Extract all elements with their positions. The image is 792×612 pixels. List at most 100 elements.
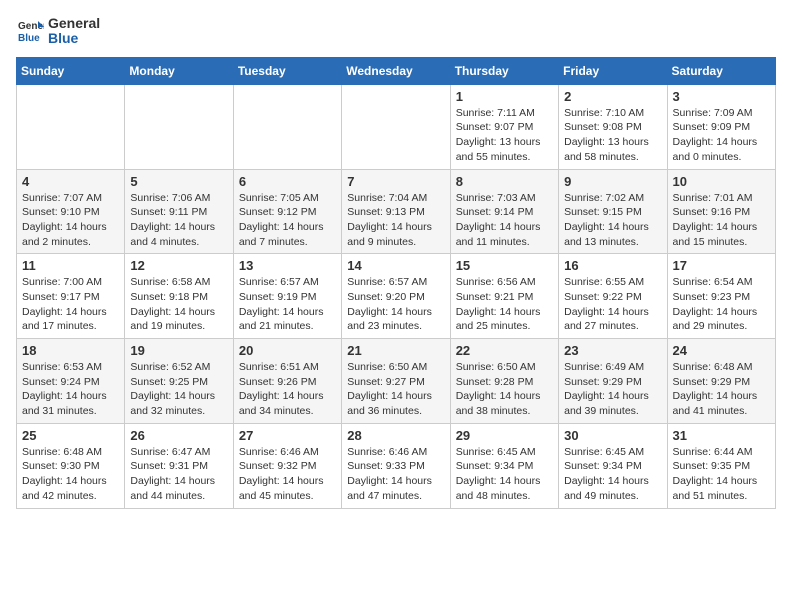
- day-cell: 17Sunrise: 6:54 AMSunset: 9:23 PMDayligh…: [667, 254, 775, 339]
- day-cell: 31 Sunrise: 6:44 AMSunset: 9:35 PMDayligh…: [667, 423, 775, 508]
- day-detail: Sunrise: 6:53 AMSunset: 9:24 PMDaylight:…: [22, 360, 119, 419]
- day-number: 6: [239, 174, 336, 189]
- logo-icon: General Blue: [16, 17, 44, 45]
- day-cell: [342, 84, 450, 169]
- weekday-header-thursday: Thursday: [450, 57, 558, 84]
- day-cell: 18 Sunrise: 6:53 AMSunset: 9:24 PMDayligh…: [17, 339, 125, 424]
- day-number: 12: [130, 258, 227, 273]
- day-detail: Sunrise: 6:57 AMSunset: 9:19 PMDaylight:…: [239, 275, 336, 334]
- day-number: 23: [564, 343, 661, 358]
- day-detail: Sunrise: 6:55 AMSunset: 9:22 PMDaylight:…: [564, 275, 661, 334]
- day-detail: Sunrise: 6:45 AMSunset: 9:34 PMDaylight:…: [564, 445, 661, 504]
- day-cell: [17, 84, 125, 169]
- logo: General Blue General Blue: [16, 16, 100, 47]
- weekday-header-tuesday: Tuesday: [233, 57, 341, 84]
- day-cell: 9Sunrise: 7:02 AMSunset: 9:15 PMDaylight…: [559, 169, 667, 254]
- day-cell: 15Sunrise: 6:56 AMSunset: 9:21 PMDayligh…: [450, 254, 558, 339]
- day-number: 19: [130, 343, 227, 358]
- day-detail: Sunrise: 7:10 AMSunset: 9:08 PMDaylight:…: [564, 106, 661, 165]
- day-detail: Sunrise: 6:46 AMSunset: 9:33 PMDaylight:…: [347, 445, 444, 504]
- day-cell: 25 Sunrise: 6:48 AMSunset: 9:30 PMDayligh…: [17, 423, 125, 508]
- svg-text:Blue: Blue: [18, 33, 40, 44]
- page-header: General Blue General Blue: [16, 16, 776, 47]
- day-number: 4: [22, 174, 119, 189]
- day-number: 30: [564, 428, 661, 443]
- day-number: 11: [22, 258, 119, 273]
- day-number: 17: [673, 258, 770, 273]
- day-cell: 11 Sunrise: 7:00 AMSunset: 9:17 PMDayligh…: [17, 254, 125, 339]
- day-number: 25: [22, 428, 119, 443]
- day-cell: 26Sunrise: 6:47 AMSunset: 9:31 PMDayligh…: [125, 423, 233, 508]
- weekday-header-saturday: Saturday: [667, 57, 775, 84]
- day-cell: 19 Sunrise: 6:52 AMSunset: 9:25 PMDayligh…: [125, 339, 233, 424]
- day-detail: Sunrise: 7:09 AMSunset: 9:09 PMDaylight:…: [673, 106, 770, 165]
- weekday-header-row: SundayMondayTuesdayWednesdayThursdayFrid…: [17, 57, 776, 84]
- day-number: 28: [347, 428, 444, 443]
- weekday-header-friday: Friday: [559, 57, 667, 84]
- day-number: 24: [673, 343, 770, 358]
- day-cell: [233, 84, 341, 169]
- day-number: 26: [130, 428, 227, 443]
- day-cell: 4 Sunrise: 7:07 AMSunset: 9:10 PMDaylight…: [17, 169, 125, 254]
- day-detail: Sunrise: 7:03 AMSunset: 9:14 PMDaylight:…: [456, 191, 553, 250]
- day-cell: 28 Sunrise: 6:46 AMSunset: 9:33 PMDayligh…: [342, 423, 450, 508]
- day-cell: [125, 84, 233, 169]
- day-number: 27: [239, 428, 336, 443]
- day-cell: 1Sunrise: 7:11 AMSunset: 9:07 PMDaylight…: [450, 84, 558, 169]
- day-cell: 12 Sunrise: 6:58 AMSunset: 9:18 PMDayligh…: [125, 254, 233, 339]
- logo-general: General: [48, 16, 100, 31]
- day-number: 7: [347, 174, 444, 189]
- day-number: 5: [130, 174, 227, 189]
- day-cell: 23 Sunrise: 6:49 AMSunset: 9:29 PMDayligh…: [559, 339, 667, 424]
- day-number: 29: [456, 428, 553, 443]
- day-detail: Sunrise: 6:58 AMSunset: 9:18 PMDaylight:…: [130, 275, 227, 334]
- day-number: 22: [456, 343, 553, 358]
- day-cell: 10 Sunrise: 7:01 AMSunset: 9:16 PMDayligh…: [667, 169, 775, 254]
- day-detail: Sunrise: 6:45 AMSunset: 9:34 PMDaylight:…: [456, 445, 553, 504]
- day-cell: 3 Sunrise: 7:09 AMSunset: 9:09 PMDaylight…: [667, 84, 775, 169]
- day-number: 21: [347, 343, 444, 358]
- day-detail: Sunrise: 7:05 AMSunset: 9:12 PMDaylight:…: [239, 191, 336, 250]
- day-number: 10: [673, 174, 770, 189]
- day-detail: Sunrise: 6:56 AMSunset: 9:21 PMDaylight:…: [456, 275, 553, 334]
- day-cell: 22Sunrise: 6:50 AMSunset: 9:28 PMDayligh…: [450, 339, 558, 424]
- day-cell: 14 Sunrise: 6:57 AMSunset: 9:20 PMDayligh…: [342, 254, 450, 339]
- day-number: 8: [456, 174, 553, 189]
- day-detail: Sunrise: 6:57 AMSunset: 9:20 PMDaylight:…: [347, 275, 444, 334]
- day-detail: Sunrise: 6:51 AMSunset: 9:26 PMDaylight:…: [239, 360, 336, 419]
- logo-blue: Blue: [48, 31, 100, 46]
- day-number: 13: [239, 258, 336, 273]
- day-cell: 6 Sunrise: 7:05 AMSunset: 9:12 PMDaylight…: [233, 169, 341, 254]
- day-detail: Sunrise: 6:46 AMSunset: 9:32 PMDaylight:…: [239, 445, 336, 504]
- day-detail: Sunrise: 6:50 AMSunset: 9:27 PMDaylight:…: [347, 360, 444, 419]
- day-cell: 13 Sunrise: 6:57 AMSunset: 9:19 PMDayligh…: [233, 254, 341, 339]
- day-number: 18: [22, 343, 119, 358]
- day-detail: Sunrise: 6:49 AMSunset: 9:29 PMDaylight:…: [564, 360, 661, 419]
- day-detail: Sunrise: 6:44 AMSunset: 9:35 PMDaylight:…: [673, 445, 770, 504]
- day-cell: 7 Sunrise: 7:04 AMSunset: 9:13 PMDaylight…: [342, 169, 450, 254]
- week-row-1: 1Sunrise: 7:11 AMSunset: 9:07 PMDaylight…: [17, 84, 776, 169]
- day-detail: Sunrise: 7:01 AMSunset: 9:16 PMDaylight:…: [673, 191, 770, 250]
- day-cell: 16 Sunrise: 6:55 AMSunset: 9:22 PMDayligh…: [559, 254, 667, 339]
- day-cell: 8 Sunrise: 7:03 AMSunset: 9:14 PMDaylight…: [450, 169, 558, 254]
- day-number: 2: [564, 89, 661, 104]
- day-detail: Sunrise: 6:48 AMSunset: 9:30 PMDaylight:…: [22, 445, 119, 504]
- day-number: 31: [673, 428, 770, 443]
- weekday-header-monday: Monday: [125, 57, 233, 84]
- week-row-5: 25 Sunrise: 6:48 AMSunset: 9:30 PMDayligh…: [17, 423, 776, 508]
- day-number: 3: [673, 89, 770, 104]
- day-detail: Sunrise: 7:00 AMSunset: 9:17 PMDaylight:…: [22, 275, 119, 334]
- day-detail: Sunrise: 7:04 AMSunset: 9:13 PMDaylight:…: [347, 191, 444, 250]
- day-number: 1: [456, 89, 553, 104]
- day-detail: Sunrise: 7:02 AMSunset: 9:15 PMDaylight:…: [564, 191, 661, 250]
- day-number: 16: [564, 258, 661, 273]
- day-detail: Sunrise: 6:52 AMSunset: 9:25 PMDaylight:…: [130, 360, 227, 419]
- week-row-3: 11 Sunrise: 7:00 AMSunset: 9:17 PMDayligh…: [17, 254, 776, 339]
- day-cell: 2 Sunrise: 7:10 AMSunset: 9:08 PMDaylight…: [559, 84, 667, 169]
- weekday-header-sunday: Sunday: [17, 57, 125, 84]
- day-cell: 21 Sunrise: 6:50 AMSunset: 9:27 PMDayligh…: [342, 339, 450, 424]
- day-number: 14: [347, 258, 444, 273]
- week-row-2: 4 Sunrise: 7:07 AMSunset: 9:10 PMDaylight…: [17, 169, 776, 254]
- day-cell: 24Sunrise: 6:48 AMSunset: 9:29 PMDayligh…: [667, 339, 775, 424]
- day-detail: Sunrise: 7:07 AMSunset: 9:10 PMDaylight:…: [22, 191, 119, 250]
